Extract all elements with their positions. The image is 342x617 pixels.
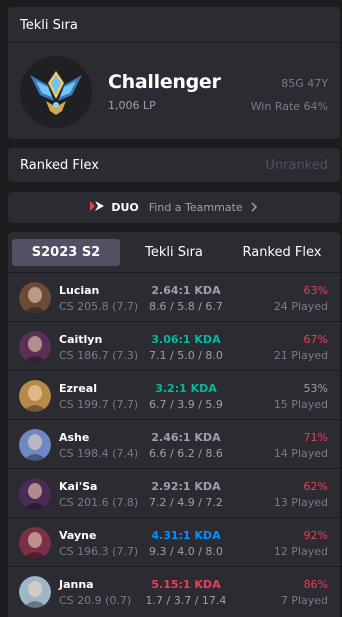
champion-played: 7 Played — [280, 594, 328, 607]
champion-kda: 4.31:1 KDA — [151, 529, 221, 542]
champion-row[interactable]: Caitlyn CS 186.7 (7.3) 3.06:1 KDA 7.1 / … — [8, 321, 340, 370]
champion-played: 12 Played — [273, 545, 328, 558]
champion-row[interactable]: Janna CS 20.9 (0.7) 5.15:1 KDA 1.7 / 3.7… — [8, 566, 340, 615]
tab-season[interactable]: S2023 S2 — [12, 238, 120, 266]
champion-name: Lucian — [59, 284, 100, 297]
champion-kda-detail: 6.6 / 6.2 / 8.6 — [149, 447, 223, 460]
champion-kda-detail: 7.2 / 4.9 / 7.2 — [149, 496, 223, 509]
champion-cs: CS 198.4 (7.4) — [59, 447, 139, 460]
flex-rank-card: Ranked Flex Unranked — [8, 148, 340, 182]
champion-row[interactable]: Lucian CS 205.8 (7.7) 2.64:1 KDA 8.6 / 5… — [8, 272, 340, 321]
flex-rank-status: Unranked — [265, 157, 328, 173]
champion-kda-detail: 8.6 / 5.8 / 6.7 — [149, 300, 223, 313]
champion-avatar[interactable] — [19, 429, 51, 461]
champion-played: 24 Played — [273, 300, 328, 313]
champion-kda: 3.06:1 KDA — [151, 333, 221, 346]
champion-played: 21 Played — [273, 349, 328, 362]
duo-logo-icon — [89, 198, 105, 217]
tier-name: Challenger — [108, 71, 221, 93]
tab-solo[interactable]: Tekli Sıra — [120, 239, 228, 266]
champion-win-rate: 86% — [303, 578, 328, 591]
champion-avatar[interactable] — [19, 331, 51, 363]
champion-avatar[interactable] — [19, 576, 51, 608]
champion-win-rate: 71% — [303, 431, 328, 444]
champion-cs: CS 20.9 (0.7) — [59, 594, 132, 607]
games-record: 85G 47Y — [281, 77, 328, 90]
champion-kda-detail: 6.7 / 3.9 / 5.9 — [149, 398, 223, 411]
champion-list: Lucian CS 205.8 (7.7) 2.64:1 KDA 8.6 / 5… — [8, 272, 340, 615]
champion-win-rate: 62% — [303, 480, 328, 493]
champion-kda-detail: 9.3 / 4.0 / 8.0 — [149, 545, 223, 558]
tab-flex[interactable]: Ranked Flex — [228, 239, 336, 266]
champion-win-rate: 92% — [303, 529, 328, 542]
champion-row[interactable]: Kai'Sa CS 201.6 (7.8) 2.92:1 KDA 7.2 / 4… — [8, 468, 340, 517]
champion-name: Ezreal — [59, 382, 97, 395]
champion-cs: CS 205.8 (7.7) — [59, 300, 139, 313]
champion-played: 15 Played — [273, 398, 328, 411]
champion-name: Ashe — [59, 431, 90, 444]
champion-kda: 2.64:1 KDA — [151, 284, 221, 297]
champion-played: 13 Played — [273, 496, 328, 509]
champion-name: Caitlyn — [59, 333, 103, 346]
champion-cs: CS 186.7 (7.3) — [59, 349, 139, 362]
champion-cs: CS 199.7 (7.7) — [59, 398, 139, 411]
champion-kda: 5.15:1 KDA — [151, 578, 221, 591]
champion-avatar[interactable] — [19, 527, 51, 559]
challenger-emblem-icon — [20, 56, 92, 128]
champion-win-rate: 67% — [303, 333, 328, 346]
champion-name: Vayne — [59, 529, 97, 542]
champion-row[interactable]: Ashe CS 198.4 (7.4) 2.46:1 KDA 6.6 / 6.2… — [8, 419, 340, 468]
solo-rank-title: Tekli Sıra — [8, 7, 340, 43]
champion-cs: CS 196.3 (7.7) — [59, 545, 139, 558]
solo-win-rate: Win Rate 64% — [250, 100, 328, 113]
champion-kda: 2.92:1 KDA — [151, 480, 221, 493]
league-points: 1,006 LP — [108, 99, 156, 112]
champion-cs: CS 201.6 (7.8) — [59, 496, 139, 509]
champion-stats-card: S2023 S2 Tekli Sıra Ranked Flex Lucian C… — [8, 232, 340, 617]
chevron-right-icon — [249, 198, 259, 217]
solo-rank-card: Tekli Sıra Challenger 1,006 LP 85G 47Y W… — [8, 7, 340, 139]
champion-kda: 2.46:1 KDA — [151, 431, 221, 444]
champion-win-rate: 63% — [303, 284, 328, 297]
champion-kda-detail: 1.7 / 3.7 / 17.4 — [145, 594, 227, 607]
champion-name: Kai'Sa — [59, 480, 98, 493]
champion-played: 14 Played — [273, 447, 328, 460]
champion-row[interactable]: Ezreal CS 199.7 (7.7) 3.2:1 KDA 6.7 / 3.… — [8, 370, 340, 419]
champion-kda-detail: 7.1 / 5.0 / 8.0 — [149, 349, 223, 362]
champion-kda: 3.2:1 KDA — [155, 382, 217, 395]
flex-rank-title: Ranked Flex — [20, 157, 99, 173]
find-teammate-button[interactable]: DUO Find a Teammate — [8, 192, 340, 223]
duo-badge: DUO — [111, 201, 139, 214]
champion-win-rate: 53% — [303, 382, 328, 395]
champion-avatar[interactable] — [19, 380, 51, 412]
champion-row[interactable]: Vayne CS 196.3 (7.7) 4.31:1 KDA 9.3 / 4.… — [8, 517, 340, 566]
champion-avatar[interactable] — [19, 282, 51, 314]
find-teammate-label: Find a Teammate — [148, 201, 243, 214]
season-tabs: S2023 S2 Tekli Sıra Ranked Flex — [8, 232, 340, 272]
champion-avatar[interactable] — [19, 478, 51, 510]
champion-name: Janna — [59, 578, 94, 591]
